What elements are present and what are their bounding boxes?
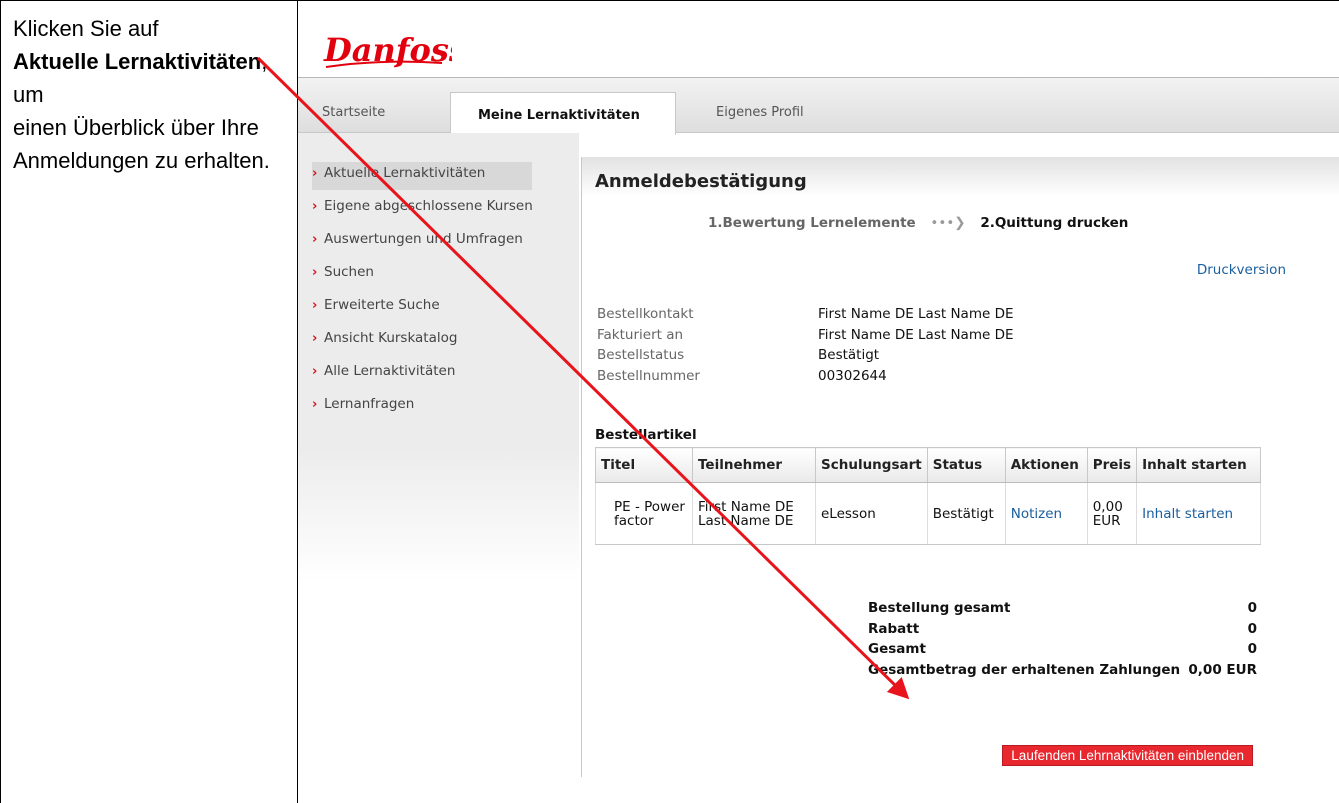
sidebar-item-eigene-abgeschlossene-kursen[interactable]: › Eigene abgeschlossene Kursen: [312, 195, 540, 228]
step-2: 2.Quittung drucken: [980, 215, 1129, 231]
main-header: Anmeldebestätigung: [582, 157, 1339, 197]
sidebar-item-aktuelle-lernaktivitaeten[interactable]: › Aktuelle Lernaktivitäten: [312, 162, 532, 190]
info-value: 00302644: [818, 367, 887, 384]
column-header-teilnehmer: Teilnehmer: [692, 447, 816, 483]
total-row: Rabatt 0: [868, 621, 1257, 642]
table-row: PE - Power factor First Name DE Last Nam…: [595, 482, 1262, 545]
column-header-titel: Titel: [595, 447, 693, 483]
sidebar-item-label: Auswertungen und Umfragen: [324, 231, 523, 247]
sidebar-item-lernanfragen[interactable]: › Lernanfragen: [312, 393, 540, 426]
cell-schulungsart: eLesson: [815, 482, 928, 545]
notizen-link[interactable]: Notizen: [1011, 506, 1062, 522]
instruction-bold: Aktuelle Lernaktivitäten: [13, 49, 262, 74]
sidebar-item-erweiterte-suche[interactable]: › Erweiterte Suche: [312, 294, 540, 327]
cell-preis: 0,00 EUR: [1086, 482, 1138, 545]
chevron-right-icon: ›: [312, 397, 318, 412]
info-value: First Name DE Last Name DE: [818, 306, 1014, 322]
sidebar-item-suchen[interactable]: › Suchen: [312, 261, 540, 294]
info-key: Fakturiert an: [597, 326, 684, 343]
info-row: Bestellkontakt First Name DE Last Name D…: [597, 304, 1097, 325]
cell-status: Bestätigt: [926, 482, 1006, 545]
order-info: Bestellkontakt First Name DE Last Name D…: [597, 304, 1097, 386]
total-label: Gesamtbetrag der erhaltenen Zahlungen: [868, 661, 1181, 678]
total-value: 0: [1247, 600, 1257, 616]
total-row: Gesamtbetrag der erhaltenen Zahlungen 0,…: [868, 662, 1257, 683]
show-current-activities-button[interactable]: Laufenden Lehrnaktivitäten einblenden: [1002, 745, 1253, 766]
tab-bar: Startseite Meine Lernaktivitäten Eigenes…: [298, 77, 1339, 135]
column-header-aktionen: Aktionen: [1004, 447, 1088, 483]
column-header-preis: Preis: [1086, 447, 1138, 483]
total-label: Bestellung gesamt: [868, 600, 1011, 616]
instruction-line1: Klicken Sie auf: [13, 16, 159, 41]
danfoss-logo: Danfoss: [323, 31, 452, 69]
info-row: Bestellstatus Bestätigt: [597, 345, 1097, 366]
column-header-inhalt-starten: Inhalt starten: [1136, 447, 1262, 483]
column-header-status: Status: [926, 447, 1006, 483]
chevron-right-icon: ›: [312, 298, 318, 313]
tab-startseite[interactable]: Startseite: [322, 105, 385, 120]
chevron-right-icon: ›: [312, 364, 318, 379]
chevron-right-icon: ›: [312, 265, 318, 280]
tab-meine-lernaktivitaeten-label: Meine Lernaktivitäten: [478, 108, 640, 123]
step-arrow-icon: •••❯: [930, 215, 966, 231]
sidebar-item-label: Suchen: [324, 264, 374, 280]
info-key: Bestellstatus: [597, 347, 685, 363]
order-totals: Bestellung gesamt 0 Rabatt 0 Gesamt 0 Ge…: [868, 600, 1257, 682]
sidebar-item-label: Eigene abgeschlossene Kursen: [324, 198, 533, 214]
info-key: Bestellnummer: [597, 367, 700, 384]
total-value: 0: [1247, 641, 1257, 657]
frame-left-border: [0, 0, 1, 803]
app-screenshot: Danfoss Startseite Meine Lernaktivitäten…: [298, 1, 1339, 803]
sidebar-item-label: Aktuelle Lernaktivitäten: [324, 165, 486, 181]
table-header-row: Titel Teilnehmer Schulungsart Status Akt…: [595, 447, 1262, 483]
order-items-title: Bestellartikel: [595, 427, 697, 443]
cell-aktionen: Notizen: [1004, 482, 1088, 545]
main-content: Anmeldebestätigung 1.Bewertung Lerneleme…: [582, 157, 1339, 797]
total-row: Bestellung gesamt 0: [868, 600, 1257, 621]
chevron-right-icon: ›: [312, 331, 318, 346]
print-version-link[interactable]: Druckversion: [1197, 262, 1286, 278]
total-value: 0: [1247, 620, 1257, 637]
sidebar-item-alle-lernaktivitaeten[interactable]: › Alle Lernaktivitäten: [312, 360, 540, 393]
step-1: 1.Bewertung Lernelemente: [708, 215, 916, 231]
sidebar-item-ansicht-kurskatalog[interactable]: › Ansicht Kurskatalog: [312, 327, 540, 360]
total-row: Gesamt 0: [868, 641, 1257, 662]
tab-meine-lernaktivitaeten[interactable]: Meine Lernaktivitäten: [450, 92, 676, 135]
inhalt-starten-link[interactable]: Inhalt starten: [1142, 506, 1233, 522]
tab-eigenes-profil[interactable]: Eigenes Profil: [716, 105, 804, 120]
instruction-rest: einen Überblick über Ihre Anmeldungen zu…: [13, 115, 270, 173]
order-items-table: Titel Teilnehmer Schulungsart Status Akt…: [595, 447, 1262, 545]
cell-teilnehmer: First Name DE Last Name DE: [692, 482, 816, 545]
info-row: Bestellnummer 00302644: [597, 366, 1097, 387]
sidebar-item-label: Ansicht Kurskatalog: [324, 330, 458, 346]
info-key: Bestellkontakt: [597, 306, 694, 322]
sidebar-item-label: Erweiterte Suche: [324, 297, 440, 313]
cell-inhalt-starten: Inhalt starten: [1136, 482, 1262, 545]
sidebar-nav: › Aktuelle Lernaktivitäten › Eigene abge…: [312, 162, 540, 426]
total-value: 0,00 EUR: [1188, 661, 1257, 678]
info-value: Bestätigt: [818, 347, 880, 363]
chevron-right-icon: ›: [312, 232, 318, 247]
instruction-text: Klicken Sie auf Aktuelle Lernaktivitäten…: [13, 12, 288, 177]
info-row: Fakturiert an First Name DE Last Name DE: [597, 325, 1097, 346]
info-value: First Name DE Last Name DE: [818, 326, 1014, 343]
total-label: Gesamt: [868, 641, 926, 657]
step-indicator: 1.Bewertung Lernelemente •••❯ 2.Quittung…: [708, 215, 1128, 231]
total-label: Rabatt: [868, 620, 920, 637]
cell-titel: PE - Power factor: [595, 482, 693, 545]
sidebar-item-label: Alle Lernaktivitäten: [324, 363, 456, 379]
page-title: Anmeldebestätigung: [595, 171, 807, 192]
chevron-right-icon: ›: [312, 199, 318, 214]
chevron-right-icon: ›: [312, 166, 318, 181]
column-header-schulungsart: Schulungsart: [815, 447, 928, 483]
sidebar-item-label: Lernanfragen: [324, 396, 415, 412]
sidebar-item-auswertungen[interactable]: › Auswertungen und Umfragen: [312, 228, 540, 261]
